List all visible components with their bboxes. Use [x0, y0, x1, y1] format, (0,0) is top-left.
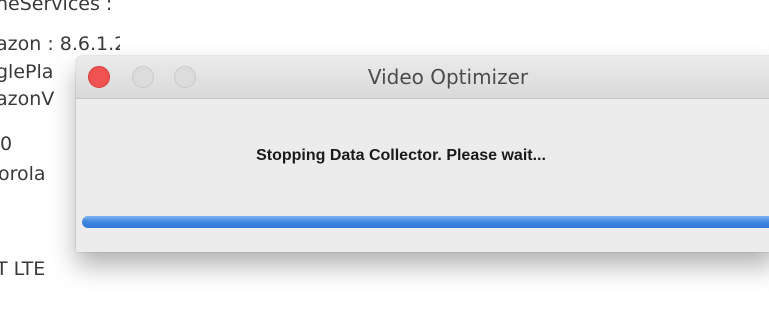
background-text-line: azonV [0, 88, 55, 110]
background-text-line: neServices : 7.0 [0, 0, 120, 15]
background-text-line: azon : 8.6.1.200 [0, 33, 120, 55]
progress-dialog: Video Optimizer Stopping Data Collector.… [76, 56, 769, 252]
progress-bar [82, 216, 769, 228]
dialog-title: Video Optimizer [367, 65, 529, 89]
background-text-line: glePla [0, 61, 54, 83]
dialog-titlebar[interactable]: Video Optimizer [76, 56, 769, 99]
background-text-line: 0 [0, 133, 13, 155]
background-text-line: orola [0, 163, 46, 185]
progress-bar-fill [82, 216, 769, 228]
background-text-line: T LTE [0, 258, 46, 280]
status-message: Stopping Data Collector. Please wait... [256, 147, 546, 164]
dialog-content: Stopping Data Collector. Please wait... [76, 99, 769, 252]
